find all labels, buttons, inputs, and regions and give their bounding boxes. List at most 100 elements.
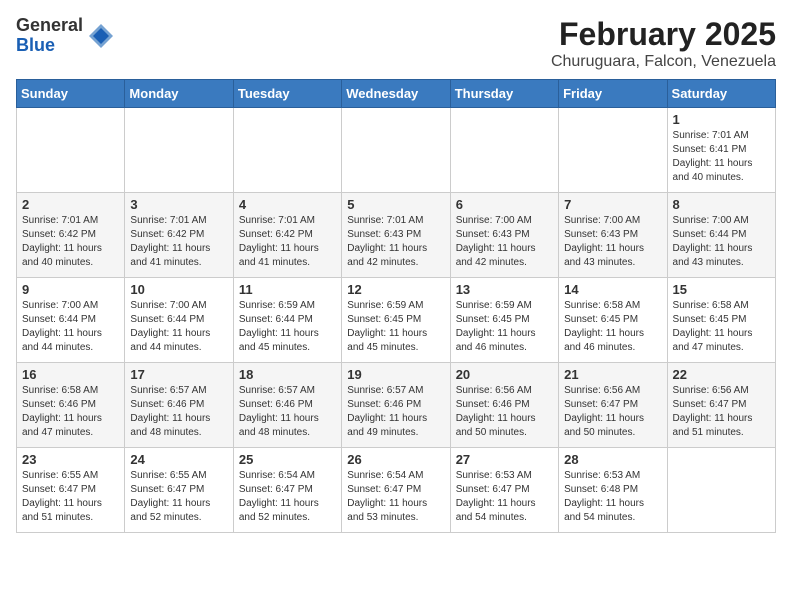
title-area: February 2025 Churuguara, Falcon, Venezu…: [551, 16, 776, 71]
day-info: Sunrise: 6:56 AM Sunset: 6:47 PM Dayligh…: [564, 384, 661, 440]
day-cell: [450, 108, 558, 193]
day-info: Sunrise: 7:01 AM Sunset: 6:42 PM Dayligh…: [239, 214, 336, 270]
day-number: 22: [673, 367, 770, 382]
day-number: 1: [673, 112, 770, 127]
day-cell: 26Sunrise: 6:54 AM Sunset: 6:47 PM Dayli…: [342, 448, 450, 533]
month-title: February 2025: [551, 16, 776, 53]
day-header-sunday: Sunday: [17, 80, 125, 108]
day-info: Sunrise: 6:57 AM Sunset: 6:46 PM Dayligh…: [347, 384, 444, 440]
day-info: Sunrise: 7:00 AM Sunset: 6:44 PM Dayligh…: [22, 299, 119, 355]
day-cell: 20 Sunrise: 6:56 AM Sunset: 6:46 PM Dayli…: [450, 363, 558, 448]
day-number: 21: [564, 367, 661, 382]
header-row: SundayMondayTuesdayWednesdayThursdayFrid…: [17, 80, 776, 108]
day-number: 18: [239, 367, 336, 382]
day-cell: 22Sunrise: 6:56 AM Sunset: 6:47 PM Dayli…: [667, 363, 775, 448]
day-number: 24: [130, 452, 227, 467]
day-number: 3: [130, 197, 227, 212]
day-cell: [233, 108, 341, 193]
day-cell: 12Sunrise: 6:59 AM Sunset: 6:45 PM Dayli…: [342, 278, 450, 363]
day-cell: 9Sunrise: 7:00 AM Sunset: 6:44 PM Daylig…: [17, 278, 125, 363]
day-number: 4: [239, 197, 336, 212]
day-cell: [17, 108, 125, 193]
day-info: Sunrise: 6:58 AM Sunset: 6:45 PM Dayligh…: [673, 299, 770, 355]
day-header-tuesday: Tuesday: [233, 80, 341, 108]
location-title: Churuguara, Falcon, Venezuela: [551, 53, 776, 71]
day-header-thursday: Thursday: [450, 80, 558, 108]
calendar-table: SundayMondayTuesdayWednesdayThursdayFrid…: [16, 79, 776, 533]
day-info: Sunrise: 6:54 AM Sunset: 6:47 PM Dayligh…: [347, 469, 444, 525]
day-info: Sunrise: 6:55 AM Sunset: 6:47 PM Dayligh…: [22, 469, 119, 525]
day-number: 6: [456, 197, 553, 212]
day-cell: 5 Sunrise: 7:01 AM Sunset: 6:43 PM Daylig…: [342, 193, 450, 278]
day-header-friday: Friday: [559, 80, 667, 108]
day-cell: 6 Sunrise: 7:00 AM Sunset: 6:43 PM Daylig…: [450, 193, 558, 278]
day-info: Sunrise: 6:59 AM Sunset: 6:45 PM Dayligh…: [456, 299, 553, 355]
day-number: 23: [22, 452, 119, 467]
day-info: Sunrise: 6:58 AM Sunset: 6:45 PM Dayligh…: [564, 299, 661, 355]
day-cell: 25 Sunrise: 6:54 AM Sunset: 6:47 PM Dayli…: [233, 448, 341, 533]
day-info: Sunrise: 7:00 AM Sunset: 6:43 PM Dayligh…: [564, 214, 661, 270]
day-number: 8: [673, 197, 770, 212]
day-info: Sunrise: 6:55 AM Sunset: 6:47 PM Dayligh…: [130, 469, 227, 525]
logo-blue: Blue: [16, 36, 83, 56]
day-info: Sunrise: 6:54 AM Sunset: 6:47 PM Dayligh…: [239, 469, 336, 525]
day-cell: 19 Sunrise: 6:57 AM Sunset: 6:46 PM Dayli…: [342, 363, 450, 448]
day-info: Sunrise: 6:53 AM Sunset: 6:48 PM Dayligh…: [564, 469, 661, 525]
day-cell: 15 Sunrise: 6:58 AM Sunset: 6:45 PM Dayli…: [667, 278, 775, 363]
week-row-2: 2Sunrise: 7:01 AM Sunset: 6:42 PM Daylig…: [17, 193, 776, 278]
day-number: 14: [564, 282, 661, 297]
day-cell: 16 Sunrise: 6:58 AM Sunset: 6:46 PM Dayli…: [17, 363, 125, 448]
day-cell: 2Sunrise: 7:01 AM Sunset: 6:42 PM Daylig…: [17, 193, 125, 278]
day-number: 11: [239, 282, 336, 297]
day-number: 12: [347, 282, 444, 297]
day-number: 7: [564, 197, 661, 212]
week-row-1: 1 Sunrise: 7:01 AM Sunset: 6:41 PM Daylig…: [17, 108, 776, 193]
day-number: 5: [347, 197, 444, 212]
logo-icon: [87, 22, 115, 50]
day-cell: 28 Sunrise: 6:53 AM Sunset: 6:48 PM Dayli…: [559, 448, 667, 533]
day-number: 25: [239, 452, 336, 467]
day-number: 27: [456, 452, 553, 467]
day-cell: 1 Sunrise: 7:01 AM Sunset: 6:41 PM Daylig…: [667, 108, 775, 193]
day-cell: 17Sunrise: 6:57 AM Sunset: 6:46 PM Dayli…: [125, 363, 233, 448]
header: General Blue February 2025 Churuguara, F…: [16, 16, 776, 71]
day-cell: 13 Sunrise: 6:59 AM Sunset: 6:45 PM Dayli…: [450, 278, 558, 363]
day-cell: 27Sunrise: 6:53 AM Sunset: 6:47 PM Dayli…: [450, 448, 558, 533]
day-cell: 21 Sunrise: 6:56 AM Sunset: 6:47 PM Dayli…: [559, 363, 667, 448]
day-info: Sunrise: 7:00 AM Sunset: 6:44 PM Dayligh…: [130, 299, 227, 355]
day-cell: 4 Sunrise: 7:01 AM Sunset: 6:42 PM Daylig…: [233, 193, 341, 278]
day-number: 20: [456, 367, 553, 382]
day-number: 16: [22, 367, 119, 382]
day-info: Sunrise: 7:01 AM Sunset: 6:42 PM Dayligh…: [130, 214, 227, 270]
day-info: Sunrise: 7:00 AM Sunset: 6:44 PM Dayligh…: [673, 214, 770, 270]
day-number: 15: [673, 282, 770, 297]
week-row-5: 23 Sunrise: 6:55 AM Sunset: 6:47 PM Dayli…: [17, 448, 776, 533]
day-cell: [125, 108, 233, 193]
week-row-3: 9Sunrise: 7:00 AM Sunset: 6:44 PM Daylig…: [17, 278, 776, 363]
day-number: 28: [564, 452, 661, 467]
day-info: Sunrise: 7:01 AM Sunset: 6:41 PM Dayligh…: [673, 129, 770, 185]
day-cell: 11 Sunrise: 6:59 AM Sunset: 6:44 PM Dayli…: [233, 278, 341, 363]
day-number: 10: [130, 282, 227, 297]
day-cell: 7 Sunrise: 7:00 AM Sunset: 6:43 PM Daylig…: [559, 193, 667, 278]
day-number: 13: [456, 282, 553, 297]
day-info: Sunrise: 7:00 AM Sunset: 6:43 PM Dayligh…: [456, 214, 553, 270]
day-header-wednesday: Wednesday: [342, 80, 450, 108]
day-info: Sunrise: 6:57 AM Sunset: 6:46 PM Dayligh…: [130, 384, 227, 440]
day-info: Sunrise: 6:59 AM Sunset: 6:44 PM Dayligh…: [239, 299, 336, 355]
day-cell: [559, 108, 667, 193]
day-info: Sunrise: 7:01 AM Sunset: 6:42 PM Dayligh…: [22, 214, 119, 270]
day-info: Sunrise: 6:58 AM Sunset: 6:46 PM Dayligh…: [22, 384, 119, 440]
day-info: Sunrise: 6:56 AM Sunset: 6:46 PM Dayligh…: [456, 384, 553, 440]
day-info: Sunrise: 6:57 AM Sunset: 6:46 PM Dayligh…: [239, 384, 336, 440]
day-header-saturday: Saturday: [667, 80, 775, 108]
day-cell: [342, 108, 450, 193]
day-cell: 10 Sunrise: 7:00 AM Sunset: 6:44 PM Dayli…: [125, 278, 233, 363]
day-info: Sunrise: 7:01 AM Sunset: 6:43 PM Dayligh…: [347, 214, 444, 270]
logo-general: General: [16, 16, 83, 36]
day-number: 19: [347, 367, 444, 382]
day-cell: 24 Sunrise: 6:55 AM Sunset: 6:47 PM Dayli…: [125, 448, 233, 533]
day-cell: 18 Sunrise: 6:57 AM Sunset: 6:46 PM Dayli…: [233, 363, 341, 448]
day-cell: 14 Sunrise: 6:58 AM Sunset: 6:45 PM Dayli…: [559, 278, 667, 363]
day-cell: 8 Sunrise: 7:00 AM Sunset: 6:44 PM Daylig…: [667, 193, 775, 278]
